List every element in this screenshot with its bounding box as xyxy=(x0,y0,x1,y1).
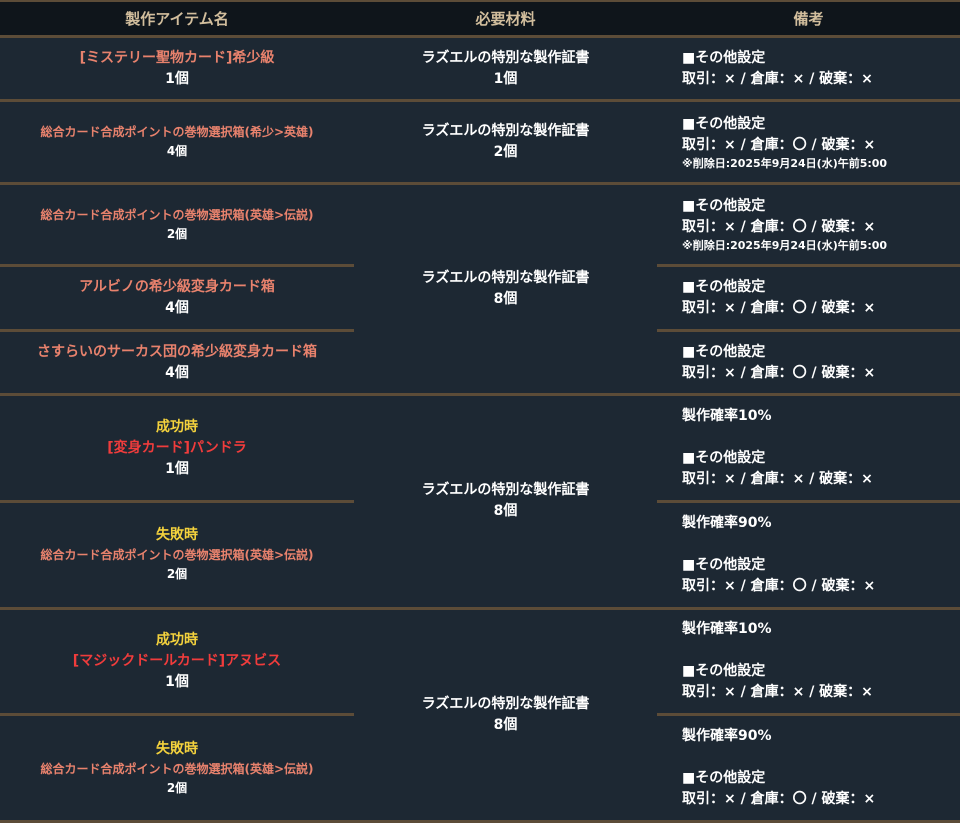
material-qty: 8個 xyxy=(493,503,518,520)
item-cell: 総合カード合成ポイントの巻物選択箱(英雄>伝説) 2個 xyxy=(0,183,354,268)
craft-rate: 製作確率90% xyxy=(682,728,772,745)
note-cell: 製作確率90% ■その他設定 取引：× / 倉庫：〇 / 破棄：× xyxy=(657,714,960,823)
note-line: 取引：× / 倉庫：〇 / 破棄：× xyxy=(682,136,876,153)
item-name: [変身カード]パンドラ xyxy=(107,439,247,456)
note-line: 取引：× / 倉庫：× / 破棄：× xyxy=(682,70,873,87)
note-line: 取引：× / 倉庫：〇 / 破棄：× xyxy=(682,219,876,236)
note-title: ■その他設定 xyxy=(682,279,766,296)
item-qty: 1個 xyxy=(165,460,189,477)
note-line: 取引：× / 倉庫：× / 破棄：× xyxy=(682,471,873,488)
item-name: 総合カード合成ポイントの巻物選択箱(希少>英雄) xyxy=(40,125,314,140)
material-cell: ラズエルの特別な製作証書 2個 xyxy=(354,100,657,185)
crafting-table: 製作アイテム名 必要材料 備考 [ミステリー聖物カード]希少級 1個 ラズエルの… xyxy=(0,0,960,823)
note-cell: ■その他設定 取引：× / 倉庫：〇 / 破棄：× xyxy=(657,330,960,397)
table-row: [ミステリー聖物カード]希少級 1個 ラズエルの特別な製作証書 1個 ■その他設… xyxy=(0,36,960,103)
item-name: 総合カード合成ポイントの巻物選択箱(英雄>伝説) xyxy=(40,761,314,776)
item-qty: 2個 xyxy=(166,780,188,795)
item-cell: 成功時 [マジックドールカード]アヌビス 1個 xyxy=(0,608,354,717)
note-line: 取引：× / 倉庫：× / 破棄：× xyxy=(682,684,873,701)
note-title: ■その他設定 xyxy=(682,450,766,467)
item-qty: 1個 xyxy=(165,70,189,87)
item-name: アルビノの希少級変身カード箱 xyxy=(79,279,275,296)
note-line: 取引：× / 倉庫：〇 / 破棄：× xyxy=(682,577,876,594)
fail-label: 失敗時 xyxy=(156,740,198,757)
note-cell: ■その他設定 取引：× / 倉庫：× / 破棄：× xyxy=(657,36,960,103)
material-qty: 8個 xyxy=(493,291,518,308)
note-line: 取引：× / 倉庫：〇 / 破棄：× xyxy=(682,300,876,317)
note-line: 取引：× / 倉庫：〇 / 破棄：× xyxy=(682,791,876,808)
table-header-row: 製作アイテム名 必要材料 備考 xyxy=(0,1,960,38)
item-cell: 失敗時 総合カード合成ポイントの巻物選択箱(英雄>伝説) 2個 xyxy=(0,714,354,823)
material-cell: ラズエルの特別な製作証書 8個 xyxy=(354,183,657,397)
fail-label: 失敗時 xyxy=(156,527,198,544)
item-cell: 失敗時 総合カード合成ポイントの巻物選択箱(英雄>伝説) 2個 xyxy=(0,501,354,610)
material-name: ラズエルの特別な製作証書 xyxy=(421,49,590,66)
material-qty: 8個 xyxy=(493,716,518,733)
note-title: ■その他設定 xyxy=(682,770,766,787)
material-name: ラズエルの特別な製作証書 xyxy=(421,482,590,499)
item-qty: 2個 xyxy=(166,226,188,241)
table-row: 総合カード合成ポイントの巻物選択箱(希少>英雄) 4個 ラズエルの特別な製作証書… xyxy=(0,100,960,185)
note-cell: ■その他設定 取引：× / 倉庫：〇 / 破棄：× ※削除日:2025年9月24… xyxy=(657,183,960,268)
item-cell: さすらいのサーカス団の希少級変身カード箱 4個 xyxy=(0,330,354,397)
note-title: ■その他設定 xyxy=(682,343,766,360)
item-cell: 成功時 [変身カード]パンドラ 1個 xyxy=(0,394,354,503)
note-line: 取引：× / 倉庫：〇 / 破棄：× xyxy=(682,364,876,381)
item-cell: 総合カード合成ポイントの巻物選択箱(希少>英雄) 4個 xyxy=(0,100,354,185)
header-item: 製作アイテム名 xyxy=(0,1,354,38)
material-cell: ラズエルの特別な製作証書 8個 xyxy=(354,608,657,823)
item-name: 総合カード合成ポイントの巻物選択箱(英雄>伝説) xyxy=(40,207,314,222)
material-qty: 1個 xyxy=(493,70,518,87)
note-cell: 製作確率90% ■その他設定 取引：× / 倉庫：〇 / 破棄：× xyxy=(657,501,960,610)
item-name: さすらいのサーカス団の希少級変身カード箱 xyxy=(37,343,317,360)
material-cell: ラズエルの特別な製作証書 8個 xyxy=(354,394,657,610)
note-title: ■その他設定 xyxy=(682,663,766,680)
table-row: 成功時 [マジックドールカード]アヌビス 1個 ラズエルの特別な製作証書 8個 … xyxy=(0,608,960,823)
material-name: ラズエルの特別な製作証書 xyxy=(421,695,590,712)
material-qty: 2個 xyxy=(493,144,518,161)
material-cell: ラズエルの特別な製作証書 1個 xyxy=(354,36,657,103)
material-name: ラズエルの特別な製作証書 xyxy=(421,123,590,140)
note-cell: ■その他設定 取引：× / 倉庫：〇 / 破棄：× xyxy=(657,265,960,332)
note-title: ■その他設定 xyxy=(682,556,766,573)
note-cell: 製作確率10% ■その他設定 取引：× / 倉庫：× / 破棄：× xyxy=(657,394,960,503)
note-title: ■その他設定 xyxy=(682,115,766,132)
note-delete-date: ※削除日:2025年9月24日(水)午前5:00 xyxy=(682,239,888,253)
item-cell: [ミステリー聖物カード]希少級 1個 xyxy=(0,36,354,103)
item-cell: アルビノの希少級変身カード箱 4個 xyxy=(0,265,354,332)
material-name: ラズエルの特別な製作証書 xyxy=(421,270,590,287)
item-name: [ミステリー聖物カード]希少級 xyxy=(79,49,275,66)
note-delete-date: ※削除日:2025年9月24日(水)午前5:00 xyxy=(682,156,888,170)
table-row: 成功時 [変身カード]パンドラ 1個 ラズエルの特別な製作証書 8個 製作確率1… xyxy=(0,394,960,610)
note-cell: ■その他設定 取引：× / 倉庫：〇 / 破棄：× ※削除日:2025年9月24… xyxy=(657,100,960,185)
header-material: 必要材料 xyxy=(354,1,657,38)
craft-rate: 製作確率10% xyxy=(682,408,772,425)
item-qty: 4個 xyxy=(166,144,188,159)
item-qty: 4個 xyxy=(165,300,189,317)
item-qty: 4個 xyxy=(165,364,189,381)
note-title: ■その他設定 xyxy=(682,49,766,66)
craft-rate: 製作確率10% xyxy=(682,621,772,638)
header-note: 備考 xyxy=(657,1,960,38)
success-label: 成功時 xyxy=(156,418,198,435)
note-title: ■その他設定 xyxy=(682,198,766,215)
success-label: 成功時 xyxy=(156,631,198,648)
item-qty: 1個 xyxy=(165,673,189,690)
note-cell: 製作確率10% ■その他設定 取引：× / 倉庫：× / 破棄：× xyxy=(657,608,960,717)
craft-rate: 製作確率90% xyxy=(682,514,772,531)
item-name: 総合カード合成ポイントの巻物選択箱(英雄>伝説) xyxy=(40,548,314,563)
item-qty: 2個 xyxy=(166,567,188,582)
table-row: 総合カード合成ポイントの巻物選択箱(英雄>伝説) 2個 ラズエルの特別な製作証書… xyxy=(0,183,960,397)
item-name: [マジックドールカード]アヌビス xyxy=(72,652,282,669)
